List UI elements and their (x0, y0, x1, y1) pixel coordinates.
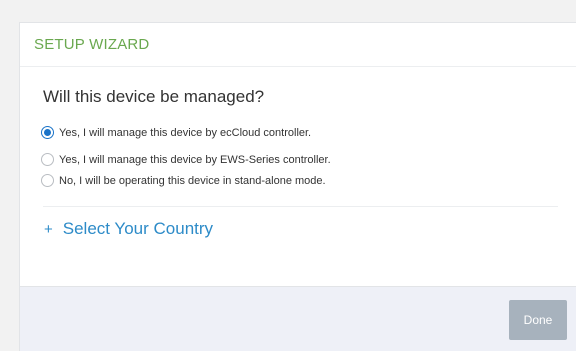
wizard-footer: Done (20, 286, 576, 351)
select-country-label: Select Your Country (62, 219, 214, 238)
setup-wizard-panel: SETUP WIZARD Will this device be managed… (19, 22, 576, 351)
management-options: Yes, I will manage this device by ecClou… (41, 123, 576, 190)
option-ews-series-controller[interactable]: Yes, I will manage this device by EWS-Se… (41, 150, 576, 169)
plus-icon: + (44, 220, 53, 238)
management-question: Will this device be managed? (43, 87, 265, 106)
option-eccloud-controller[interactable]: Yes, I will manage this device by ecClou… (41, 123, 576, 142)
radio-button[interactable] (41, 153, 54, 166)
section-divider (43, 206, 558, 207)
option-label: Yes, I will manage this device by ecClou… (59, 126, 312, 139)
option-label: Yes, I will manage this device by EWS-Se… (59, 153, 331, 166)
wizard-title: SETUP WIZARD (34, 36, 150, 53)
wizard-body: Will this device be managed? Yes, I will… (20, 87, 576, 239)
radio-button[interactable] (41, 174, 54, 187)
radio-button-selected[interactable] (41, 126, 54, 139)
wizard-header: SETUP WIZARD (20, 23, 576, 67)
option-stand-alone-mode[interactable]: No, I will be operating this device in s… (41, 171, 576, 190)
option-label: No, I will be operating this device in s… (59, 174, 326, 187)
done-button[interactable]: Done (509, 300, 567, 340)
select-country-link[interactable]: + Select Your Country (44, 219, 576, 239)
